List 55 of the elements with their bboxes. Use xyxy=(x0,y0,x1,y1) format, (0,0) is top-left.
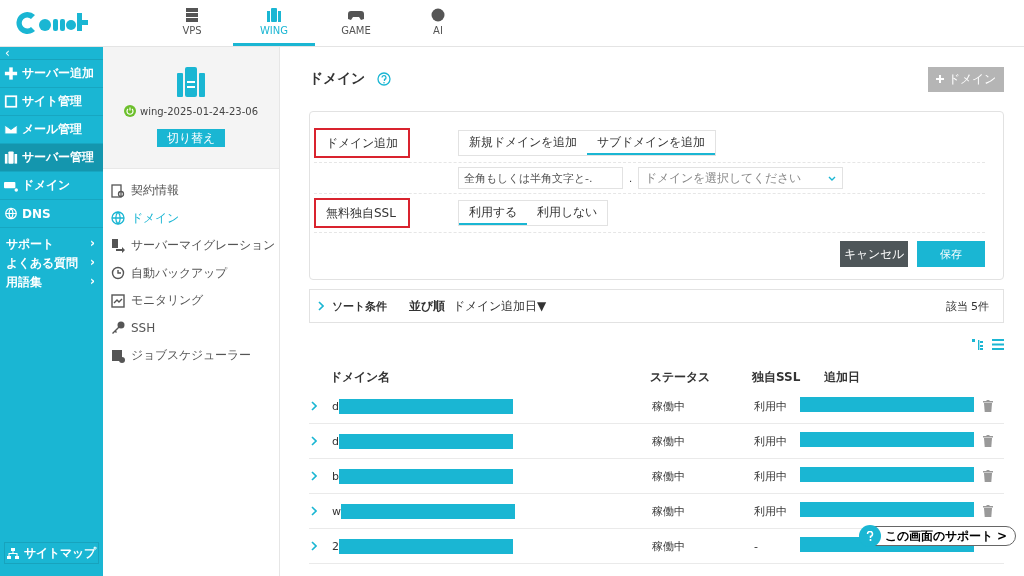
order-label: 並び順 xyxy=(409,297,445,315)
domain-type-tab[interactable]: 新規ドメインを追加 xyxy=(459,131,587,155)
order-dropdown[interactable]: ドメイン追加日▼ xyxy=(453,297,547,315)
server-menu-item[interactable]: サーバーマイグレーション xyxy=(111,232,279,260)
server-menu-item[interactable]: 契約情報 xyxy=(111,177,279,205)
page-title: ドメイン xyxy=(309,70,365,88)
domain-cell: d xyxy=(332,434,339,448)
status-cell-text: 稼働中 xyxy=(652,398,686,414)
sidebar-link[interactable]: よくある質問 › xyxy=(6,255,95,272)
ssl-cell-text: 利用中 xyxy=(754,468,788,484)
column-header: 独自SSL xyxy=(752,368,798,386)
server-name: wing-2025-01-24-23-06 xyxy=(139,105,258,117)
sitemap-button[interactable]: サイトマップ xyxy=(4,542,99,564)
column-header: 追加日 xyxy=(823,368,861,386)
save-button[interactable]: 保存 xyxy=(917,241,985,267)
domain-cell: w xyxy=(332,504,341,518)
sidebar-link[interactable]: サポート › xyxy=(6,236,95,253)
sidebar-item[interactable]: DNS xyxy=(0,200,103,228)
switch-button[interactable]: 切り替え xyxy=(157,129,225,147)
server-menu-item[interactable]: SSH xyxy=(111,314,279,342)
status-cell-text: 稼働中 xyxy=(652,433,686,449)
status-cell-text: 稼働中 xyxy=(652,468,686,484)
sort-label: ソート条件 xyxy=(332,298,387,314)
subdomain-field[interactable]: 全角もしくは半角文字と-. xyxy=(458,167,623,189)
status-cell-text: 稼働中 xyxy=(652,503,686,519)
sidebar-item[interactable]: ドメイン xyxy=(0,172,103,200)
domain-cell: 2 xyxy=(332,539,339,553)
domain-cell: d xyxy=(332,399,339,413)
domain-type-tab[interactable]: サブドメインを追加 xyxy=(587,131,715,155)
product-tab[interactable]: GAME xyxy=(315,0,397,46)
status-cell-text: 稼働中 xyxy=(652,538,686,554)
sidebar-link[interactable]: 用語集 › xyxy=(6,274,95,291)
cancel-button[interactable]: キャンセル xyxy=(840,241,908,267)
result-count: 該当 5件 xyxy=(945,298,989,314)
domain-select[interactable]: ドメインを選択してください xyxy=(638,167,844,189)
support-button[interactable]: この画面のサポート > xyxy=(861,526,1016,546)
sidebar-item[interactable]: サーバー管理 xyxy=(0,144,103,172)
form-label: ドメイン追加 xyxy=(314,128,410,158)
form-label: 無料独自SSL xyxy=(314,198,410,228)
ssl-option-tab[interactable]: 利用しない xyxy=(527,201,607,225)
product-tab[interactable]: VPS xyxy=(151,0,233,46)
product-tab[interactable]: AI xyxy=(397,0,479,46)
ssl-option-tab[interactable]: 利用する xyxy=(459,201,527,225)
domain-cell: b xyxy=(332,469,339,483)
server-menu-item[interactable]: 自動バックアップ xyxy=(111,259,279,287)
column-header: ステータス xyxy=(650,368,711,386)
server-menu-item[interactable]: モニタリング xyxy=(111,287,279,315)
ssl-cell-text: 利用中 xyxy=(754,503,788,519)
ssl-cell-text: 利用中 xyxy=(754,433,788,449)
separator: . xyxy=(629,172,633,184)
column-header: ドメイン名 xyxy=(330,368,391,386)
server-menu-item[interactable]: ドメイン xyxy=(111,204,279,232)
ssl-cell-text: 利用中 xyxy=(754,398,788,414)
server-menu-item[interactable]: ジョブスケジューラー xyxy=(111,342,279,370)
ssl-cell-text: - xyxy=(754,539,759,553)
